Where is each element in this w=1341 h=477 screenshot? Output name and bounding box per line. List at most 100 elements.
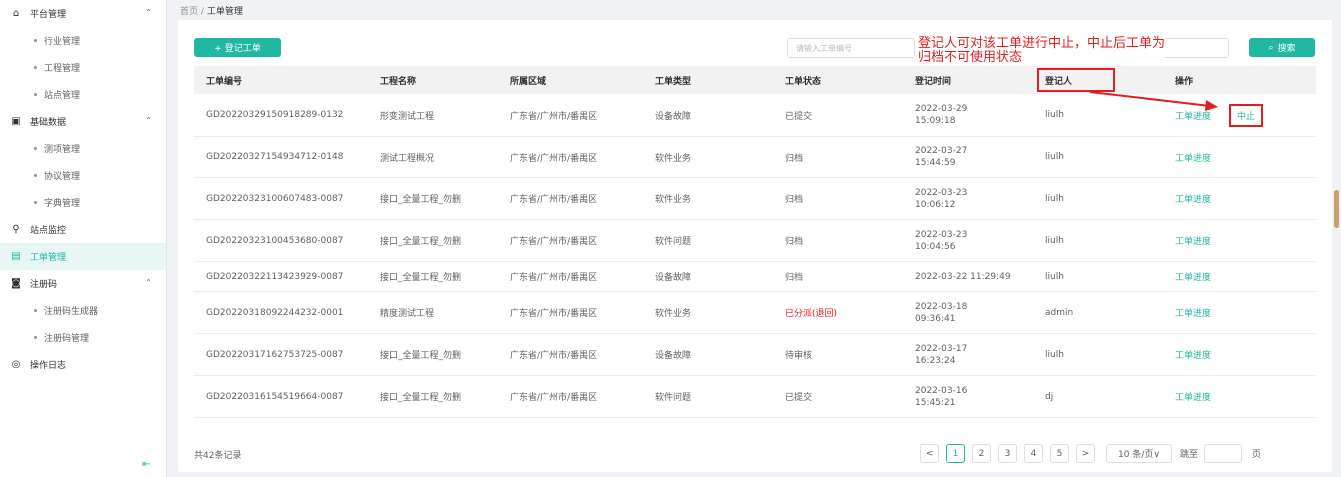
jump-page-input[interactable] bbox=[1204, 444, 1243, 463]
cell-region: 广东省/广州市/番禺区 bbox=[510, 237, 598, 247]
page-number-button[interactable]: 3 bbox=[998, 444, 1017, 463]
workorder-table: 工单编号 工程名称 所属区域 工单类型 工单状态 登记时间 登记人 操作 GD20220329… bbox=[194, 66, 1316, 418]
cell-project: 形变测试工程 bbox=[380, 111, 435, 122]
sidebar-item[interactable]: 站点管理 bbox=[0, 81, 166, 108]
page-number-button[interactable]: 1 bbox=[946, 444, 965, 463]
bullet-icon bbox=[34, 309, 37, 312]
workorder-progress-link[interactable]: 工单进度 bbox=[1175, 192, 1211, 205]
sidebar-item-label: 测项管理 bbox=[44, 145, 81, 155]
sidebar-item[interactable]: 注册码生成器 bbox=[0, 297, 166, 324]
column-header: 操作 bbox=[1175, 76, 1194, 87]
workorder-id-search-input[interactable] bbox=[787, 38, 915, 58]
sidebar-item-label: 协议管理 bbox=[44, 172, 81, 182]
cell-register-time: 2022-03-27 15:44:59 bbox=[915, 146, 968, 168]
sidebar-item[interactable]: 字典管理 bbox=[0, 189, 166, 216]
cell-project: 接口_全量工程_勿删 bbox=[380, 195, 462, 205]
workorder-progress-link[interactable]: 工单进度 bbox=[1175, 348, 1211, 361]
cell-registrant: liulh bbox=[1045, 235, 1064, 246]
cell-actions: 工单进度 bbox=[1175, 270, 1316, 283]
sidebar-item[interactable]: 测项管理 bbox=[0, 135, 166, 162]
next-page-button[interactable]: > bbox=[1076, 444, 1095, 463]
regcode-icon: ◙ bbox=[11, 278, 21, 289]
sidebar-group-label: 工单管理 bbox=[30, 253, 67, 263]
cell-register-time: 2022-03-17 16:23:24 bbox=[915, 343, 968, 366]
monitor-icon: ⚲ bbox=[12, 224, 20, 235]
annotation-line-1: 登记人可对该工单进行中止，中止后工单为 bbox=[918, 36, 1166, 51]
sidebar-item[interactable]: 注册码管理 bbox=[0, 324, 166, 351]
search-button[interactable]: ⌕ 搜索 bbox=[1249, 38, 1315, 57]
cell-project: 测试工程概况 bbox=[380, 153, 435, 164]
workorder-progress-link[interactable]: 工单进度 bbox=[1175, 390, 1211, 403]
bullet-icon bbox=[34, 174, 37, 177]
cell-register-time: 2022-03-22 11:29:49 bbox=[915, 271, 1011, 282]
cell-workorder-id: GD20220323100453680-0087 bbox=[206, 235, 344, 246]
cell-type: 设备故障 bbox=[655, 273, 692, 283]
sidebar-item-label: 注册码管理 bbox=[44, 334, 90, 344]
bullet-icon bbox=[34, 201, 37, 204]
breadcrumb-home[interactable]: 首页 bbox=[180, 7, 198, 17]
sidebar-group[interactable]: ▣ 基础数据 ⌃ bbox=[0, 108, 166, 135]
sidebar-group-label: 基础数据 bbox=[30, 118, 67, 128]
sidebar-item-label: 行业管理 bbox=[44, 37, 81, 47]
collapse-icon[interactable]: ⇤ bbox=[142, 459, 150, 470]
breadcrumb-sep: / bbox=[200, 7, 204, 17]
cell-workorder-id: GD20220317162753725-0087 bbox=[206, 349, 344, 360]
sidebar-group-label: 平台管理 bbox=[30, 10, 67, 20]
search-icon: ⌕ bbox=[1268, 42, 1274, 53]
annotation-arrow bbox=[1089, 91, 1218, 111]
cell-type: 软件业务 bbox=[655, 195, 692, 205]
page-number-button[interactable]: 2 bbox=[972, 444, 991, 463]
sidebar-group[interactable]: ⌂ 平台管理 ⌃ bbox=[0, 0, 166, 27]
cell-region: 广东省/广州市/番禺区 bbox=[510, 195, 598, 205]
cell-type: 软件问题 bbox=[655, 393, 692, 403]
cell-workorder-id: GD20220329150918289-0132 bbox=[206, 110, 344, 120]
cell-region: 广东省/广州市/番禺区 bbox=[510, 393, 598, 403]
table-row: GD20220327154934712-0148 测试工程概况 广东省/广州市/番禺… bbox=[194, 137, 1316, 178]
jump-label: 跳至 bbox=[1180, 450, 1199, 460]
chevron-up-icon: ⌃ bbox=[145, 278, 152, 287]
sidebar-group[interactable]: ⚲ 站点监控 bbox=[0, 216, 166, 243]
sidebar-group[interactable]: ▤ 工单管理 bbox=[0, 243, 166, 270]
cell-registrant: liulh bbox=[1045, 193, 1064, 204]
workorder-progress-link[interactable]: 工单进度 bbox=[1175, 234, 1211, 247]
prev-page-button[interactable]: < bbox=[920, 444, 939, 463]
table-row: GD20220323100607483-0087 接口_全量工程_勿删 广东省/广州… bbox=[194, 178, 1316, 220]
cell-type: 设备故障 bbox=[655, 111, 692, 122]
page-size-select[interactable]: 10 条/页∨ bbox=[1106, 444, 1172, 463]
add-workorder-button[interactable]: + 登记工单 bbox=[194, 38, 281, 57]
bullet-icon bbox=[34, 66, 37, 69]
sidebar: ⌂ 平台管理 ⌃ 行业管理 工程管理 站点管理 ▣ 基础数据 ⌃ 测项管理 协议管理 字典管理 ⚲ 站点监… bbox=[0, 0, 167, 477]
cell-region: 广东省/广州市/番禺区 bbox=[510, 351, 598, 361]
sidebar-group-label: 操作日志 bbox=[30, 361, 67, 371]
sidebar-group[interactable]: ◙ 注册码 ⌃ bbox=[0, 270, 166, 297]
search-button-label: 搜索 bbox=[1277, 44, 1296, 54]
sidebar-group[interactable]: ◎ 操作日志 bbox=[0, 351, 166, 378]
column-header: 所属区域 bbox=[510, 76, 547, 87]
cell-status: 归档 bbox=[785, 273, 804, 283]
sidebar-item[interactable]: 行业管理 bbox=[0, 27, 166, 54]
sidebar-item[interactable]: 协议管理 bbox=[0, 162, 166, 189]
bullet-icon bbox=[34, 39, 37, 42]
workorder-icon: ▤ bbox=[11, 251, 21, 262]
cell-actions: 工单进度 bbox=[1175, 348, 1316, 361]
workorder-progress-link[interactable]: 工单进度 bbox=[1175, 306, 1211, 319]
workorder-progress-link[interactable]: 工单进度 bbox=[1175, 270, 1211, 283]
chevron-up-icon: ⌃ bbox=[145, 116, 152, 125]
sidebar-item-label: 字典管理 bbox=[44, 199, 81, 209]
sidebar-item[interactable]: 工程管理 bbox=[0, 54, 166, 81]
cell-type: 软件问题 bbox=[655, 237, 692, 247]
table-body: GD20220329150918289-0132 形变测试工程广东省/广州市/番禺… bbox=[194, 94, 1316, 418]
cell-project: 接口_全量工程_勿删 bbox=[380, 351, 462, 361]
cell-register-time: 2022-03-23 10:06:12 bbox=[915, 187, 968, 210]
pagination: <1 2 3 4 5 >10 条/页∨ 跳至 页 bbox=[920, 444, 1261, 463]
cell-register-time: 2022-03-18 09:36:41 bbox=[915, 301, 968, 324]
cell-actions: 工单进度 bbox=[1175, 192, 1316, 205]
bullet-icon bbox=[34, 93, 37, 96]
cell-status: 归档 bbox=[785, 237, 804, 247]
page-number-button[interactable]: 5 bbox=[1050, 444, 1069, 463]
workorder-progress-link[interactable]: 工单进度 bbox=[1175, 151, 1211, 164]
cell-registrant: liulh bbox=[1045, 152, 1064, 162]
page-number-button[interactable]: 4 bbox=[1024, 444, 1043, 463]
scrollbar-thumb[interactable] bbox=[1334, 190, 1339, 228]
sidebar-item-label: 工程管理 bbox=[44, 64, 81, 74]
